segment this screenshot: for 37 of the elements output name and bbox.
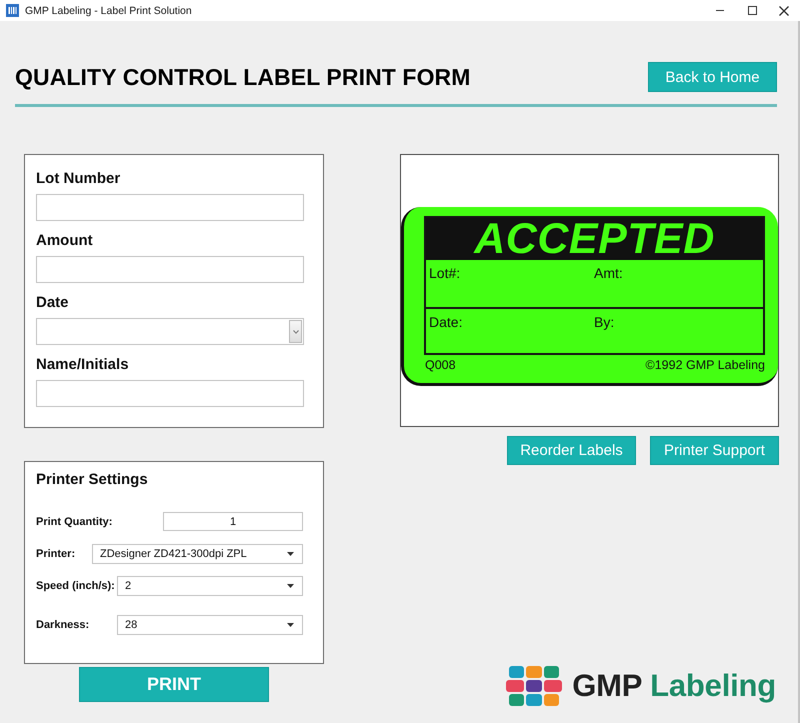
app-icon xyxy=(6,4,19,17)
maximize-icon xyxy=(748,6,756,15)
quantity-field[interactable]: 1 xyxy=(163,512,303,531)
panel-title: Printer Settings xyxy=(36,471,148,489)
caret-down-icon xyxy=(287,552,294,556)
field-label: Amount xyxy=(36,232,93,250)
page-title: QUALITY CONTROL LABEL PRINT FORM xyxy=(15,64,471,90)
field-label: Name/Initials xyxy=(36,356,129,374)
field-label: Lot Number xyxy=(36,170,120,188)
minimize-icon xyxy=(716,10,724,11)
input-field[interactable] xyxy=(36,194,304,221)
dropdown-field[interactable]: 28 xyxy=(117,614,303,634)
label-field-text: Amt: xyxy=(593,265,623,281)
setting-label: Darkness: xyxy=(36,618,90,630)
input-field[interactable] xyxy=(36,380,304,407)
date-field[interactable] xyxy=(36,318,304,345)
dropdown-field[interactable]: ZDesigner ZD421-300dpi ZPL xyxy=(92,544,303,564)
caret-down-icon xyxy=(287,622,294,626)
label-heading: ACCEPTED xyxy=(426,218,763,260)
logo-icon xyxy=(506,666,562,706)
logo-wordmark: GMP Labeling xyxy=(572,668,776,704)
label-code: Q008 xyxy=(425,358,456,372)
setting-label: Printer: xyxy=(36,548,76,560)
window-title: GMP Labeling - Label Print Solution xyxy=(25,4,192,16)
label-copyright: ©1992 GMP Labeling xyxy=(646,358,765,372)
label-field-text: By: xyxy=(593,314,614,330)
label-field-text: Date: xyxy=(428,314,462,330)
input-field[interactable] xyxy=(36,256,304,283)
setting-label: Print Quantity: xyxy=(36,516,114,528)
label-field-text: Lot#: xyxy=(428,265,460,281)
field-label: Date xyxy=(36,294,69,312)
caret-down-icon xyxy=(287,584,294,588)
setting-label: Speed (inch/s): xyxy=(36,580,116,592)
close-icon xyxy=(779,6,789,16)
chevron-down-icon xyxy=(292,330,298,334)
dropdown-button[interactable] xyxy=(289,320,302,343)
dropdown-field[interactable]: 2 xyxy=(117,576,303,596)
